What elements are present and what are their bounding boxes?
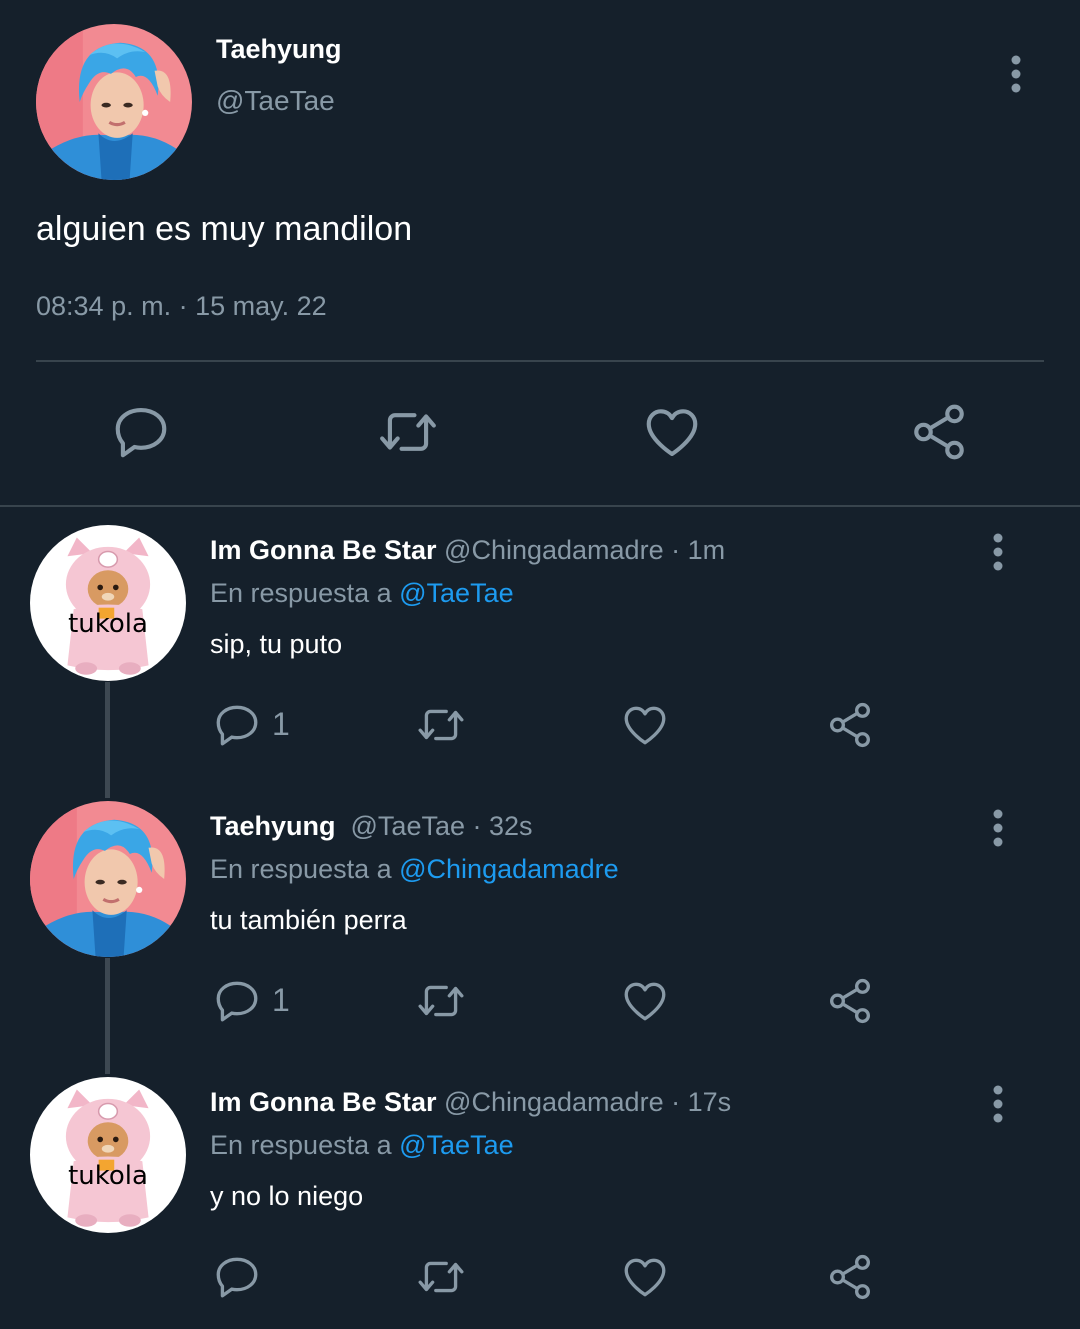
- reply-avatar[interactable]: [30, 801, 186, 957]
- reply-avatar-image: [30, 525, 186, 681]
- reply-context: En respuesta a @TaeTae: [210, 1130, 514, 1161]
- reply-author-name[interactable]: Im Gonna Be Star: [210, 1087, 437, 1117]
- reply-context-prefix: En respuesta a: [210, 578, 400, 608]
- share-icon[interactable]: [824, 700, 876, 750]
- reply-count: 1: [272, 982, 290, 1018]
- avatar-label: tukola: [68, 609, 148, 639]
- retweet-icon[interactable]: [412, 700, 470, 750]
- like-icon[interactable]: [641, 401, 703, 463]
- reply-count: 1: [272, 706, 290, 742]
- tweet-timestamp: 08:34 p. m. · 15 may. 22: [36, 291, 327, 321]
- mention-link[interactable]: @Chingadamadre: [399, 854, 619, 884]
- reply-meta: @Chingadamadre · 1m: [436, 535, 726, 565]
- more-options-icon[interactable]: [986, 808, 1010, 848]
- reply-author-name[interactable]: Im Gonna Be Star: [210, 535, 437, 565]
- reply-avatar-image: [30, 1077, 186, 1233]
- author-handle[interactable]: @TaeTae: [216, 85, 335, 117]
- avatar-label: tukola: [68, 1161, 148, 1191]
- reply-context: En respuesta a @TaeTae: [210, 578, 514, 609]
- author-name[interactable]: Taehyung: [216, 34, 342, 65]
- reply-icon[interactable]: [110, 401, 172, 463]
- retweet-icon[interactable]: [374, 401, 442, 463]
- reply-icon[interactable]: [212, 1252, 262, 1302]
- divider: [36, 360, 1044, 362]
- author-avatar[interactable]: [36, 24, 192, 180]
- like-icon[interactable]: [620, 1252, 670, 1302]
- reply-header: Taehyung @TaeTae · 32s: [210, 811, 533, 842]
- reply-icon[interactable]: [212, 700, 262, 750]
- reply-text: tu también perra: [210, 905, 407, 935]
- share-icon[interactable]: [824, 976, 876, 1026]
- retweet-icon[interactable]: [412, 1252, 470, 1302]
- reply-context-prefix: En respuesta a: [210, 1130, 400, 1160]
- more-options-icon[interactable]: [1004, 54, 1028, 94]
- tweet-text: alguien es muy mandilon: [36, 210, 413, 248]
- share-icon[interactable]: [907, 401, 971, 463]
- reply-icon[interactable]: [212, 976, 262, 1026]
- reply-avatar-image: [30, 801, 186, 957]
- more-options-icon[interactable]: [986, 1084, 1010, 1124]
- reply-text: sip, tu puto: [210, 629, 343, 659]
- reply-avatar[interactable]: tukola: [30, 1077, 186, 1233]
- like-icon[interactable]: [620, 700, 670, 750]
- reply-author-name[interactable]: Taehyung: [210, 811, 336, 841]
- more-options-icon[interactable]: [986, 532, 1010, 572]
- author-avatar-image: [36, 24, 192, 180]
- reply-context-prefix: En respuesta a: [210, 854, 400, 884]
- like-icon[interactable]: [620, 976, 670, 1026]
- reply-context: En respuesta a @Chingadamadre: [210, 854, 619, 885]
- reply-header: Im Gonna Be Star @Chingadamadre · 17s: [210, 1087, 731, 1118]
- retweet-icon[interactable]: [412, 976, 470, 1026]
- section-divider: [0, 505, 1080, 507]
- mention-link[interactable]: @TaeTae: [399, 1130, 513, 1160]
- reply-avatar[interactable]: tukola: [30, 525, 186, 681]
- reply-meta: @Chingadamadre · 17s: [436, 1087, 732, 1117]
- mention-link[interactable]: @TaeTae: [399, 578, 513, 608]
- reply-header: Im Gonna Be Star @Chingadamadre · 1m: [210, 535, 725, 566]
- thread-line: [105, 682, 110, 798]
- thread-line: [105, 958, 110, 1074]
- reply-meta: @TaeTae · 32s: [335, 811, 533, 841]
- share-icon[interactable]: [824, 1252, 876, 1302]
- reply-text: y no lo niego: [210, 1181, 364, 1211]
